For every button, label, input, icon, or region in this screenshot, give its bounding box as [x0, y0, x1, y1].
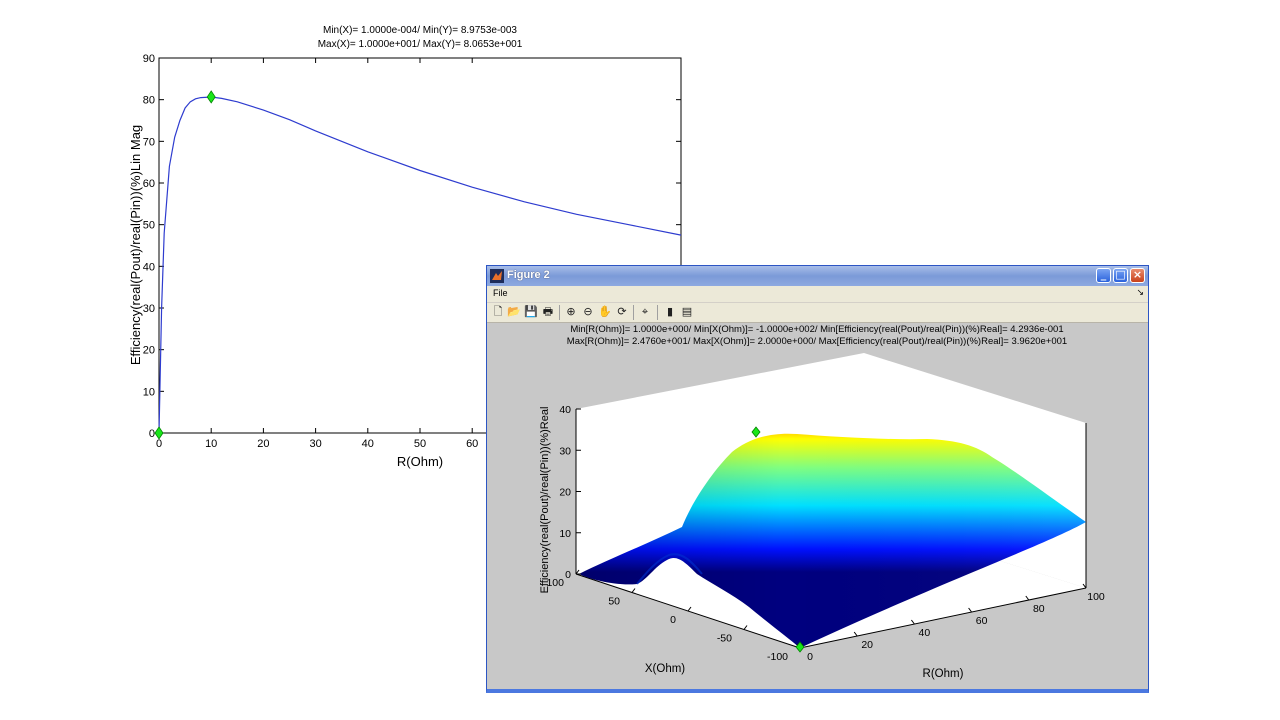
plot3d-r-axis-label: R(Ohm) [923, 668, 964, 680]
new-file-icon[interactable]: 🗋 [491, 305, 505, 319]
legend-icon[interactable]: ▤ [680, 305, 694, 319]
y-tick-label: 70 [143, 136, 155, 148]
x-tick-label: 40 [362, 438, 374, 450]
zoom-out-icon[interactable]: ⊖ [581, 305, 595, 319]
plot2d-header-line2: Max(X)= 1.0000e+001/ Max(Y)= 8.0653e+001 [318, 39, 523, 50]
r-tick-label: 100 [1087, 591, 1105, 603]
save-icon[interactable]: 💾 [524, 305, 538, 319]
minimize-button[interactable]: _ [1096, 268, 1111, 283]
x-tick-label: 60 [466, 438, 478, 450]
figure-toolbar: 🗋 📂 💾 🖶 ⊕ ⊖ ✋ ⟳ ⌖ ▮ ▤ [487, 303, 1148, 323]
toolbar-separator [633, 305, 634, 320]
toolbar-separator [657, 305, 658, 320]
colorbar-icon[interactable]: ▮ [663, 305, 677, 319]
z-tick-label: 30 [559, 445, 571, 457]
y-tick-label: 30 [143, 303, 155, 315]
r-tick-label: 20 [861, 639, 873, 651]
x-tick-label: -100 [767, 651, 788, 663]
x-tick-label: 10 [205, 438, 217, 450]
window-title-bar[interactable]: Figure 2 _ □ × [487, 266, 1148, 286]
r-tick-label: 60 [976, 615, 988, 627]
y-tick-label: 20 [143, 345, 155, 357]
z-tick-label: 40 [559, 404, 571, 416]
plot3d-header-line2: Max[R(Ohm)]= 2.4760e+001/ Max[X(Ohm)]= 2… [567, 336, 1067, 347]
matlab-logo-icon [490, 269, 504, 283]
z-tick-label: 10 [559, 528, 571, 540]
r-tick-label: 80 [1033, 603, 1045, 615]
x-tick-label: -50 [717, 633, 732, 645]
y-tick-label: 40 [143, 261, 155, 273]
x-tick-label: 0 [670, 614, 676, 626]
r-tick-label: 0 [807, 651, 813, 663]
y-tick-label: 60 [143, 178, 155, 190]
menu-file[interactable]: File [493, 288, 508, 298]
plot2d-y-axis-label: Efficiency(real(Pout)/real(Pin))(%)Lin M… [128, 125, 143, 365]
data-cursor-icon[interactable]: ⌖ [638, 305, 652, 319]
r-tick-label: 40 [919, 627, 931, 639]
toolbar-separator [559, 305, 560, 320]
y-tick-label: 90 [143, 53, 155, 65]
plot3d-x-axis-label: X(Ohm) [645, 663, 685, 675]
z-tick-label: 20 [559, 487, 571, 499]
plot3d-header-line1: Min[R(Ohm)]= 1.0000e+000/ Min[X(Ohm)]= -… [570, 324, 1063, 335]
z-tick-label: 0 [565, 569, 571, 581]
y-tick-label: 80 [143, 95, 155, 107]
surface-plot-3d[interactable]: Min[R(Ohm)]= 1.0000e+000/ Min[X(Ohm)]= -… [487, 322, 1148, 690]
y-tick-label: 10 [143, 386, 155, 398]
open-folder-icon[interactable]: 📂 [507, 305, 521, 319]
zoom-in-icon[interactable]: ⊕ [564, 305, 578, 319]
window-title: Figure 2 [507, 269, 550, 281]
x-tick-label: 0 [156, 438, 162, 450]
pan-hand-icon[interactable]: ✋ [598, 305, 612, 319]
close-button[interactable]: × [1130, 268, 1145, 283]
plot3d-z-axis-label: Efficiency(real(Pout)/real(Pin))(%)Real [539, 407, 551, 594]
x-tick-label: 50 [414, 438, 426, 450]
dock-arrow-icon[interactable]: ↘ [1136, 287, 1144, 298]
y-tick-label: 50 [143, 220, 155, 232]
print-icon[interactable]: 🖶 [541, 305, 555, 319]
x-tick-label: 50 [608, 596, 620, 608]
x-tick-label: 30 [309, 438, 321, 450]
plot2d-header-line1: Min(X)= 1.0000e-004/ Min(Y)= 8.9753e-003 [323, 25, 517, 36]
y-tick-label: 0 [149, 428, 155, 440]
menu-bar: File ↘ [487, 286, 1148, 303]
maximize-button[interactable]: □ [1113, 268, 1128, 283]
rotate-3d-icon[interactable]: ⟳ [615, 305, 629, 319]
plot2d-x-axis-label: R(Ohm) [397, 454, 443, 469]
figure-2-window[interactable]: Figure 2 _ □ × File ↘ 🗋 📂 💾 🖶 ⊕ ⊖ ✋ ⟳ ⌖ … [486, 265, 1149, 693]
x-tick-label: 20 [257, 438, 269, 450]
